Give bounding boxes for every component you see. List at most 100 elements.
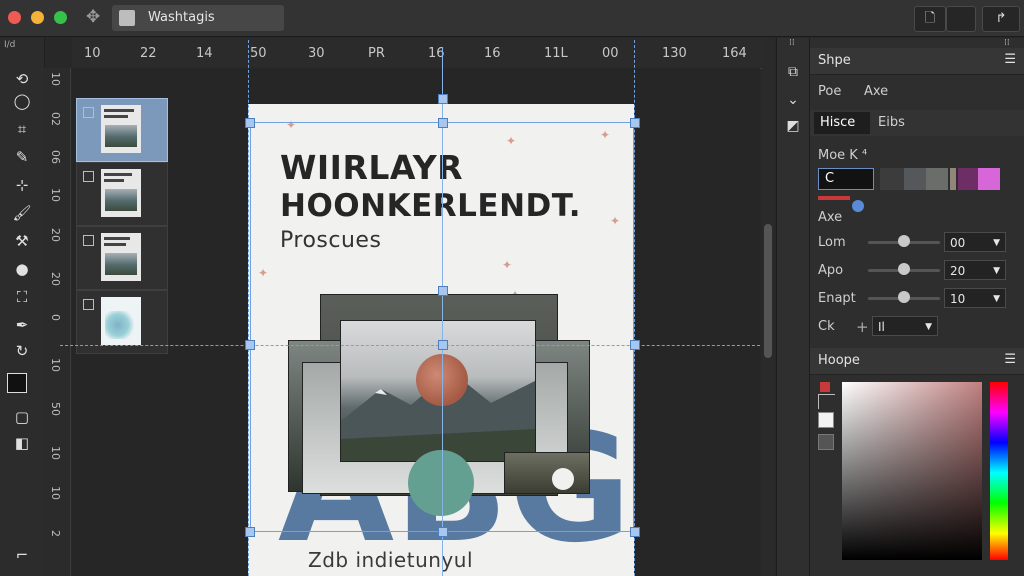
layer-checkbox[interactable] [83,299,94,310]
mode-label: Moe K ⁴ [818,148,868,163]
swap-colors-icon[interactable] [820,382,830,392]
ck-label: Ck [818,319,835,334]
value-field-enapt[interactable]: 10 ▼ [944,288,1006,308]
canvas-scrollbar[interactable] [762,38,774,576]
shape-panel-header[interactable]: Shpe ☰ [810,48,1024,75]
screen-mode-icon[interactable]: ◧ [10,432,34,454]
selection-bounding-box[interactable] [250,122,634,532]
slider-knob-lom[interactable] [898,235,910,247]
chevron-down-icon[interactable]: ▼ [993,289,1000,309]
color-swatch[interactable] [904,168,926,190]
transform-handle[interactable] [245,340,255,350]
layers-panel-icon[interactable]: ⧉ [781,60,805,84]
hope-panel-header[interactable]: Hoope ☰ [810,348,1024,375]
ruler-tick: 10 [49,446,62,460]
chevron-down-icon[interactable]: ▼ [993,261,1000,281]
transform-handle[interactable] [630,527,640,537]
layer-checkbox[interactable] [83,235,94,246]
layer-checkbox[interactable] [83,171,94,182]
ellipse-select-icon[interactable]: ◯ [10,90,34,112]
value-field-apo[interactable]: 20 ▼ [944,260,1006,280]
gray-swatch[interactable] [818,434,834,450]
layer-thumbnail[interactable] [76,226,168,290]
vertical-ruler[interactable]: 10 02 06 10 20 20 0 10 50 10 10 2 [44,68,71,576]
close-window-button[interactable] [8,11,21,24]
slider-knob-enapt[interactable] [898,291,910,303]
rotate-icon[interactable]: ↻ [10,340,34,362]
zoom-window-button[interactable] [54,11,67,24]
document-tab[interactable]: Washtagis [112,5,284,31]
ruler-tick: 22 [140,46,157,61]
eyedropper-icon[interactable]: ✎ [10,146,34,168]
layers-list [72,92,168,354]
ruler-tick: 10 [84,46,101,61]
tab-hisce[interactable]: Hisce [820,115,855,130]
layer-thumbnail[interactable] [76,162,168,226]
transform-handle[interactable] [438,527,448,537]
panel-menu-icon[interactable]: ☰ [1004,52,1016,67]
artboard-tool-icon[interactable]: ⌐ [10,544,34,566]
minimize-window-button[interactable] [31,11,44,24]
chevron-down-icon[interactable]: ▼ [993,233,1000,253]
layer-thumbnail-selected[interactable] [76,98,168,162]
color-swatch[interactable] [880,168,904,190]
ruler-tick: 30 [308,46,325,61]
chevron-down-icon[interactable]: ▼ [925,317,932,337]
eraser-icon[interactable]: ◩ [781,114,805,138]
color-swatch[interactable] [926,168,948,190]
healing-icon[interactable]: ⊹ [10,174,34,196]
transform-handle[interactable] [630,340,640,350]
hue-slider[interactable] [990,382,1008,560]
bracket-icon [818,394,835,409]
transform-handle[interactable] [438,118,448,128]
mode-input[interactable]: C [818,168,874,190]
collapse-icon[interactable]: ⁞⁞ [789,38,795,48]
ruler-tick: 50 [49,402,62,416]
panel-menu-icon[interactable]: ☰ [1004,352,1016,367]
stamp-icon[interactable]: ⚒ [10,230,34,252]
scrollbar-thumb[interactable] [764,224,772,358]
expand-icon[interactable]: ↱ [982,6,1020,32]
lasso-icon[interactable]: ⟲ [10,68,34,90]
slider-knob-blue[interactable] [852,200,864,212]
mode-input-value: C [825,171,835,186]
ck-dropdown[interactable]: Il ▼ [872,316,938,336]
move-arrows-icon[interactable]: ✥ [86,7,100,27]
transform-icon[interactable]: ⛶ [10,286,34,308]
horizontal-ruler[interactable]: 10 22 14 50 30 PR 16 16 11L 00 130 164 [72,38,762,69]
rotate-handle[interactable] [438,94,448,104]
transform-handle[interactable] [438,340,448,350]
title-bar: ✥ Washtagis 🗋 ↱ [0,0,1024,37]
blur-icon[interactable]: ● [10,258,34,280]
layer-checkbox[interactable] [83,107,94,118]
transform-handle[interactable] [245,527,255,537]
tab-axe[interactable]: Axe [864,84,888,99]
color-swatch[interactable] [958,168,978,190]
collapse-icon[interactable]: ⁞⁞ [1004,38,1010,48]
panel-icon[interactable] [946,6,976,32]
value-field-lom[interactable]: 00 ▼ [944,232,1006,252]
transform-handle[interactable] [438,286,448,296]
white-swatch[interactable] [818,412,834,428]
crop-icon[interactable]: ⌗ [10,118,34,140]
slider-label-lom: Lom [818,235,846,250]
brush-icon[interactable]: 🖌 [10,202,34,224]
quick-mask-icon[interactable]: ▢ [10,406,34,428]
pen-icon[interactable]: ✒ [10,314,34,336]
ruler-tick: 50 [250,46,267,61]
document-icon[interactable]: 🗋 [914,6,946,32]
document-thumbnail-icon [119,10,135,26]
ruler-tick: 10 [49,72,62,86]
foreground-color-swatch[interactable] [7,373,27,393]
transform-handle[interactable] [630,118,640,128]
tab-eibs[interactable]: Eibs [878,115,905,130]
footer-text[interactable]: Zdb indietunyul [308,548,473,572]
add-icon[interactable]: + [856,318,869,336]
transform-handle[interactable] [245,118,255,128]
slider-knob-apo[interactable] [898,263,910,275]
layer-preview [101,233,141,281]
chevron-down-icon[interactable]: ⌄ [781,88,805,112]
color-picker-field[interactable] [842,382,982,560]
tab-poe[interactable]: Poe [818,84,841,99]
color-swatch[interactable] [978,168,1000,190]
